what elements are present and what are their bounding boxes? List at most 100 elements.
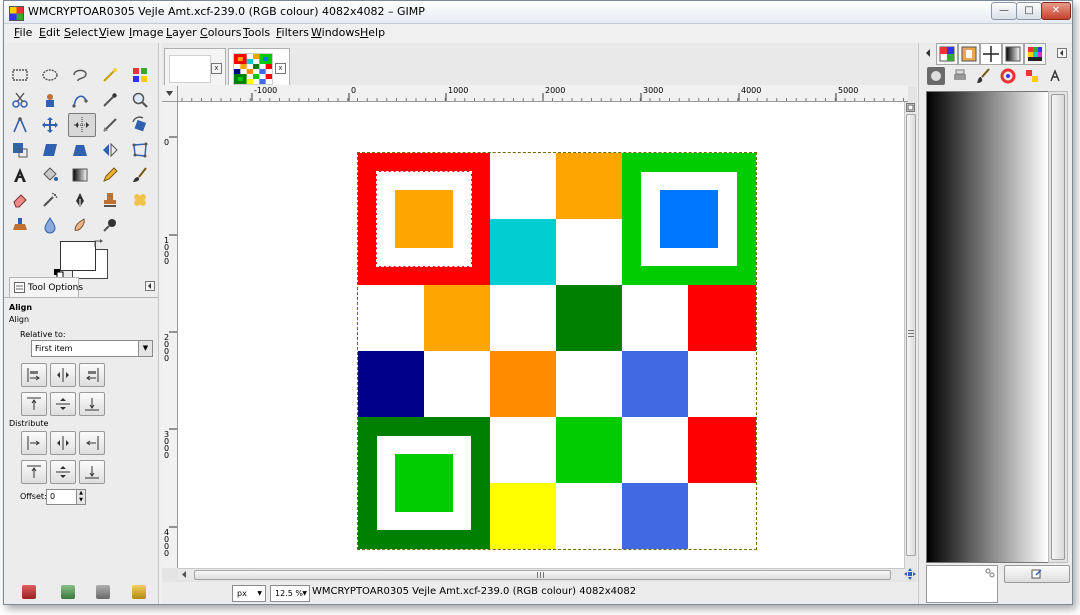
zoom-to-fit-icon[interactable] [906, 103, 915, 112]
pencil-tool[interactable] [100, 165, 120, 185]
distribute-center-button[interactable] [50, 431, 76, 455]
dock-tab-gradients[interactable] [1002, 43, 1024, 65]
menu-windows[interactable]: Windows [311, 26, 360, 39]
vertical-ruler[interactable]: 0 1000 2000 3000 4000 [162, 102, 178, 568]
airbrush-tool[interactable] [40, 190, 60, 210]
menu-filters[interactable]: Filters [276, 26, 309, 39]
measure-tool[interactable] [10, 115, 30, 135]
horizontal-ruler[interactable]: -1000 0 1000 2000 3000 4000 5000 [178, 86, 908, 102]
zoom-tool[interactable] [130, 90, 150, 110]
reset-options-icon[interactable] [132, 585, 146, 599]
tool-options-tab[interactable]: Tool Options [9, 277, 83, 298]
dock-arrow-icon[interactable] [923, 48, 933, 58]
image-tab-1[interactable]: x [164, 48, 226, 85]
menu-help[interactable]: Help [360, 26, 385, 39]
ink-tool[interactable] [70, 190, 90, 210]
panel-menu-icon[interactable] [1057, 48, 1067, 58]
dock-tab-palettes[interactable] [1024, 43, 1046, 65]
close-button[interactable]: ✕ [1041, 2, 1071, 20]
scale-tool[interactable] [10, 140, 30, 160]
horizontal-scroll-thumb[interactable] [194, 570, 891, 580]
align-center-button[interactable] [50, 363, 76, 387]
offset-input[interactable]: 0 ▲ ▼ [46, 489, 86, 505]
select-by-color-tool[interactable] [130, 65, 150, 85]
minimize-button[interactable]: — [991, 2, 1017, 20]
dodge-burn-tool[interactable] [100, 215, 120, 235]
menu-file[interactable]: File [14, 26, 32, 39]
align-bottom-button[interactable] [79, 392, 105, 416]
dock-tab-swatches[interactable] [1023, 67, 1041, 85]
ellipse-select-tool[interactable] [40, 65, 60, 85]
flip-tool[interactable] [100, 140, 120, 160]
image-canvas[interactable] [178, 102, 905, 568]
align-tool[interactable] [68, 113, 96, 137]
ruler-corner[interactable] [162, 86, 178, 102]
zoom-select[interactable]: 12.5 % ▼ [270, 585, 310, 602]
menu-select[interactable]: Select [64, 26, 98, 39]
dock-tab-paint[interactable] [975, 67, 993, 85]
swap-colors-icon[interactable] [94, 239, 104, 249]
navigate-icon[interactable] [904, 568, 916, 580]
spin-arrows-icon[interactable]: ▲ ▼ [76, 490, 85, 504]
scissors-select-tool[interactable] [10, 90, 30, 110]
save-options-icon[interactable] [22, 585, 36, 599]
align-left-button[interactable] [21, 363, 47, 387]
relative-to-select[interactable]: First item ▼ [31, 340, 153, 357]
dock-edit-button[interactable] [1004, 565, 1070, 583]
dock-tab-devices[interactable] [927, 67, 945, 85]
dock-preview-box[interactable] [926, 565, 998, 603]
align-top-button[interactable] [21, 392, 47, 416]
dock-tab-brushes[interactable] [958, 43, 980, 65]
shear-tool[interactable] [40, 140, 60, 160]
restore-options-icon[interactable] [61, 585, 75, 599]
cage-transform-tool[interactable] [130, 140, 150, 160]
arrow-left-icon[interactable] [180, 570, 189, 579]
distribute-middle-button[interactable] [50, 460, 76, 484]
distribute-top-button[interactable] [21, 460, 47, 484]
fuzzy-select-tool[interactable] [100, 65, 120, 85]
delete-options-icon[interactable] [96, 585, 110, 599]
panel-menu-icon[interactable] [145, 281, 155, 291]
dock-tab-fonts[interactable] [980, 43, 1002, 65]
menu-tools[interactable]: Tools [243, 26, 270, 39]
move-tool[interactable] [40, 115, 60, 135]
dock-tab-fonts-list[interactable] [1047, 67, 1065, 85]
rotate-tool[interactable] [130, 115, 150, 135]
menu-colours[interactable]: Colours [200, 26, 241, 39]
dock-tab-colors[interactable] [999, 67, 1017, 85]
foreground-color-swatch[interactable] [60, 241, 96, 271]
heal-tool[interactable] [130, 190, 150, 210]
crop-tool[interactable] [100, 115, 120, 135]
image-tab-2[interactable]: x [228, 48, 290, 85]
foreground-select-tool[interactable] [40, 90, 60, 110]
distribute-right-button[interactable] [79, 431, 105, 455]
paths-tool[interactable] [70, 90, 90, 110]
bucket-fill-tool[interactable] [40, 165, 60, 185]
smudge-tool[interactable] [70, 215, 90, 235]
perspective-tool[interactable] [70, 140, 90, 160]
menu-layer[interactable]: Layer [166, 26, 197, 39]
dock-tab-printer[interactable] [951, 67, 969, 85]
dock-scrollbar[interactable] [1048, 91, 1068, 563]
free-select-tool[interactable] [70, 65, 90, 85]
distribute-bottom-button[interactable] [79, 460, 105, 484]
menu-edit[interactable]: Edit [39, 26, 60, 39]
vertical-scrollbar[interactable] [904, 102, 916, 568]
blur-tool[interactable] [40, 215, 60, 235]
clone-tool[interactable] [100, 190, 120, 210]
close-tab-icon[interactable]: x [211, 63, 222, 74]
maximize-button[interactable]: □ [1016, 2, 1042, 20]
eraser-tool[interactable] [10, 190, 30, 210]
rect-select-tool[interactable] [10, 65, 30, 85]
distribute-left-button[interactable] [21, 431, 47, 455]
blend-tool[interactable] [70, 165, 90, 185]
gradient-preview[interactable] [926, 91, 1049, 563]
color-area[interactable] [54, 239, 114, 281]
color-picker-tool[interactable] [100, 90, 120, 110]
dock-scroll-thumb[interactable] [1051, 94, 1065, 560]
text-tool[interactable] [10, 165, 30, 185]
paintbrush-tool[interactable] [130, 165, 150, 185]
unit-select[interactable]: px ▼ [232, 585, 266, 602]
vertical-scroll-thumb[interactable] [906, 114, 916, 556]
align-right-button[interactable] [79, 363, 105, 387]
